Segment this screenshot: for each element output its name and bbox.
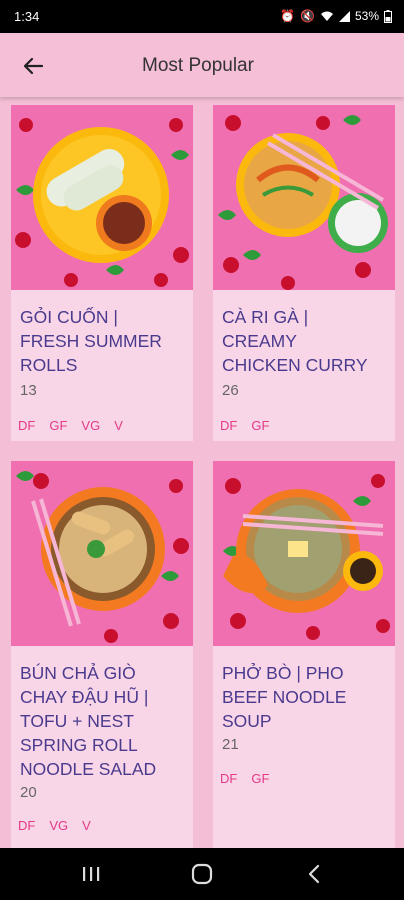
- recipe-image-chicken-curry: [213, 105, 395, 290]
- diet-tag: VG: [49, 818, 69, 833]
- recipe-image-noodle-salad: [11, 461, 193, 646]
- wifi-icon: [320, 11, 333, 21]
- diet-tags: DF VG V: [18, 818, 105, 833]
- diet-tag: DF: [18, 418, 36, 433]
- alarm-icon: ⏰: [280, 9, 296, 23]
- recipe-count: 21: [222, 736, 239, 753]
- diet-tag: DF: [18, 818, 36, 833]
- diet-tag: V: [82, 818, 91, 833]
- system-nav-bar: [0, 848, 404, 900]
- status-time: 1:34: [14, 9, 40, 24]
- recipe-count: 20: [20, 784, 37, 801]
- diet-tags: DF GF: [220, 771, 283, 786]
- battery-icon: [384, 9, 392, 23]
- mute-icon: 🔇: [300, 9, 315, 23]
- status-bar: 1:34 ⏰ 🔇 53%: [0, 0, 404, 33]
- back-arrow-icon[interactable]: [18, 51, 48, 81]
- recipe-title: GỎI CUỐN | FRESH SUMMER ROLLS: [20, 307, 162, 375]
- signal-icon: [338, 10, 350, 22]
- diet-tags: DF GF: [220, 418, 283, 433]
- diet-tag: GF: [251, 771, 270, 786]
- recent-apps-icon[interactable]: [78, 862, 104, 886]
- recipe-title: PHỞ BÒ | PHO BEEF NOODLE SOUP: [222, 663, 347, 731]
- recipe-card[interactable]: GỎI CUỐN | FRESH SUMMER ROLLS 13 DF GF V…: [11, 105, 193, 441]
- recipe-count: 26: [222, 382, 239, 399]
- diet-tag: DF: [220, 418, 238, 433]
- home-icon[interactable]: [189, 862, 215, 886]
- recipe-card[interactable]: CÀ RI GÀ | CREAMY CHICKEN CURRY 26 DF GF: [213, 105, 395, 441]
- recipe-title: CÀ RI GÀ | CREAMY CHICKEN CURRY: [222, 307, 368, 375]
- diet-tag: GF: [251, 418, 270, 433]
- recipe-image-pho: [213, 461, 395, 646]
- diet-tag: V: [114, 418, 123, 433]
- recipe-count: 13: [20, 382, 37, 399]
- battery-text: 53%: [354, 9, 379, 23]
- recipe-card[interactable]: PHỞ BÒ | PHO BEEF NOODLE SOUP 21 DF GF: [213, 461, 395, 848]
- diet-tag: GF: [49, 418, 68, 433]
- diet-tags: DF GF VG V: [18, 418, 137, 433]
- recipe-title: BÚN CHẢ GIÒ CHAY ĐẬU HŨ | TOFU + NEST SP…: [20, 663, 157, 779]
- diet-tag: VG: [81, 418, 101, 433]
- recipe-card[interactable]: BÚN CHẢ GIÒ CHAY ĐẬU HŨ | TOFU + NEST SP…: [11, 461, 193, 848]
- diet-tag: DF: [220, 771, 238, 786]
- recipe-grid: GỎI CUỐN | FRESH SUMMER ROLLS 13 DF GF V…: [0, 97, 404, 848]
- page-title: Most Popular: [142, 55, 254, 76]
- recipe-image-fresh-rolls: [11, 105, 193, 290]
- app-bar: Most Popular: [0, 33, 404, 97]
- back-icon[interactable]: [302, 862, 328, 886]
- status-icons: ⏰ 🔇 53%: [280, 9, 392, 23]
